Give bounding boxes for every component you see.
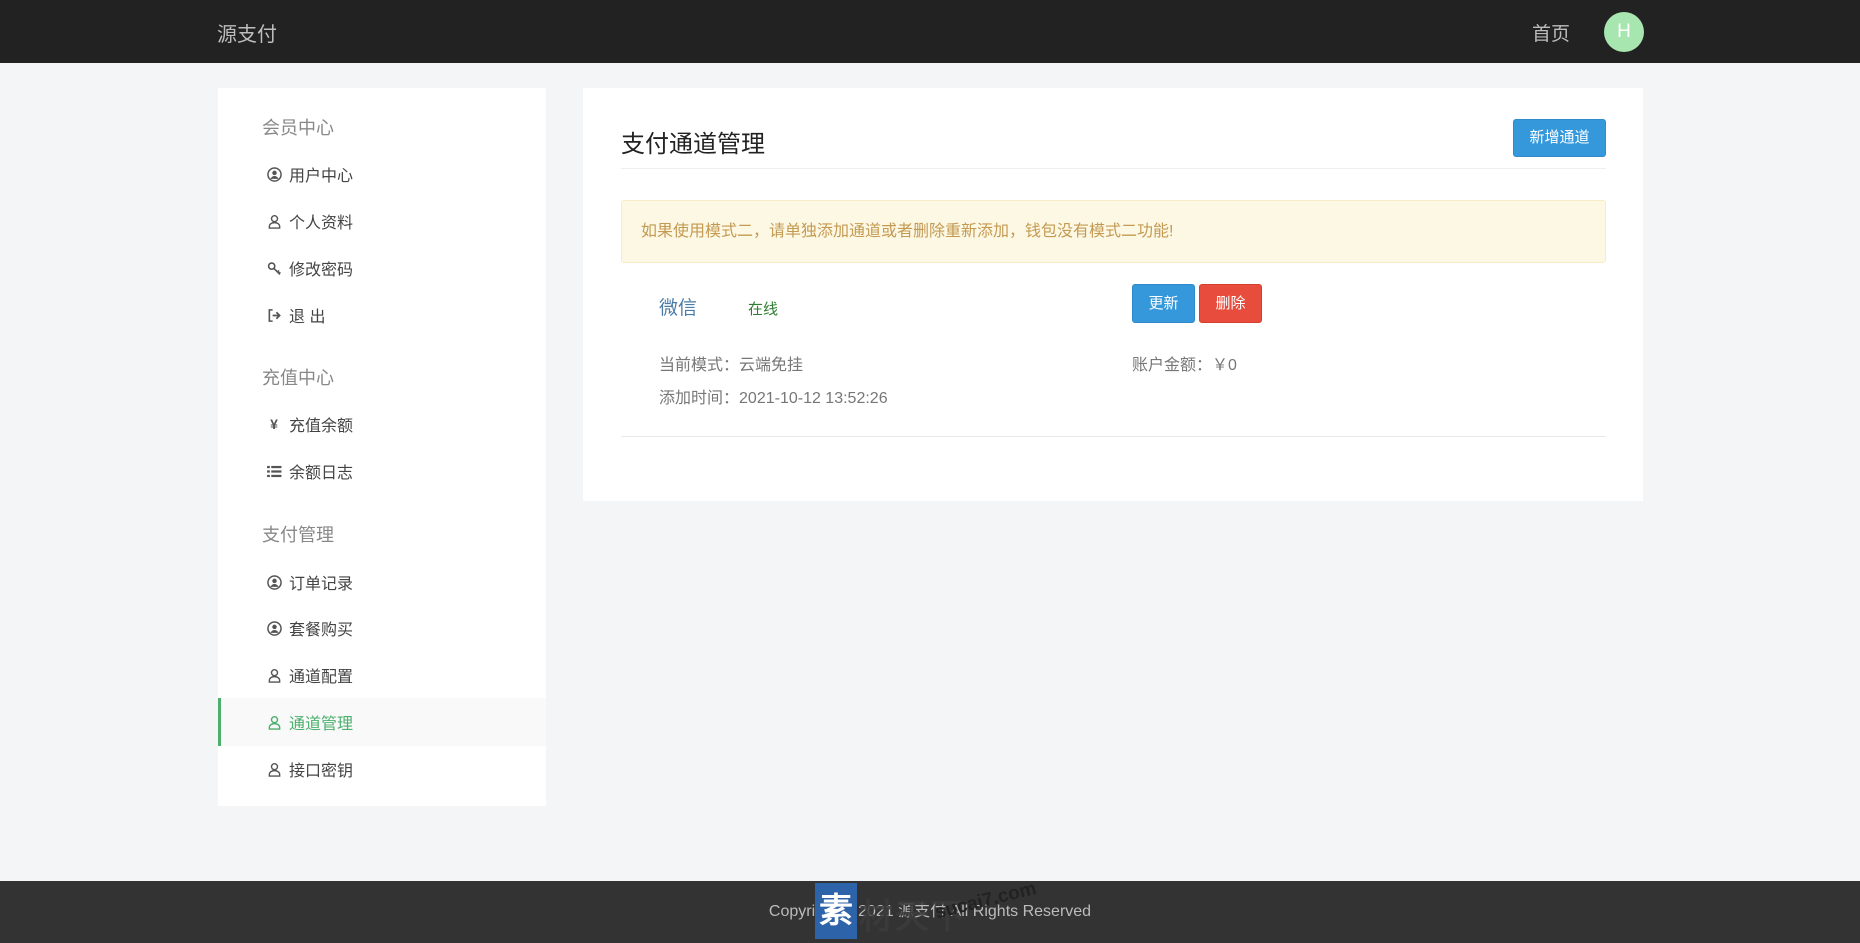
sidebar-item-label: 修改密码 xyxy=(289,262,354,279)
list-icon xyxy=(265,462,283,480)
watermark-url: sucai7.com xyxy=(933,877,1039,924)
sidebar-item-label: 退 出 xyxy=(289,309,326,326)
sidebar-item-label: 接口密钥 xyxy=(289,763,354,780)
channel-status-badge: 在线 xyxy=(748,301,779,318)
sidebar-item-label: 用户中心 xyxy=(289,168,354,185)
sidebar-item-change-password[interactable]: 修改密码 xyxy=(218,244,546,292)
sidebar-item-user-center[interactable]: 用户中心 xyxy=(218,150,546,198)
sidebar-item-channel-management[interactable]: 通道管理 xyxy=(218,698,546,746)
user-icon xyxy=(265,760,283,778)
brand-logo[interactable]: 源支付 xyxy=(217,18,277,47)
sidebar-item-balance-log[interactable]: 余额日志 xyxy=(218,447,546,495)
title-divider xyxy=(621,168,1606,169)
balance-value: ￥0 xyxy=(1212,357,1237,374)
sidebar-item-profile[interactable]: 个人资料 xyxy=(218,197,546,245)
sidebar-group-title-recharge: 充值中心 xyxy=(262,368,334,388)
sidebar-item-label: 充值余额 xyxy=(289,418,354,435)
channel-balance: 账户金额：￥0 xyxy=(1132,351,1237,375)
user-circle-icon xyxy=(265,165,283,183)
mode-value: 云端免挂 xyxy=(739,357,804,374)
yen-icon: ¥ xyxy=(270,416,278,432)
sidebar-item-recharge-balance[interactable]: ¥ 充值余额 xyxy=(218,400,546,448)
page-title: 支付通道管理 xyxy=(621,131,765,158)
sidebar: 会员中心 用户中心 个人资料 修改密码 退 出 充值中心 ¥ 充值余额 余额日志… xyxy=(218,88,546,806)
update-button[interactable]: 更新 xyxy=(1132,284,1195,323)
sidebar-group-title-payment: 支付管理 xyxy=(262,525,334,545)
user-icon xyxy=(265,713,283,731)
watermark-box: 素 xyxy=(815,883,857,939)
watermark-logo: 素 材天下 sucai7.com xyxy=(815,878,1085,941)
sidebar-item-label: 订单记录 xyxy=(289,576,354,593)
user-circle-icon xyxy=(265,573,283,591)
avatar[interactable]: H xyxy=(1604,12,1644,52)
channel-mode: 当前模式：云端免挂 xyxy=(659,351,803,375)
channel-management-panel: 支付通道管理 新增通道 如果使用模式二，请单独添加通道或者删除重新添加，钱包没有… xyxy=(583,88,1643,501)
add-channel-button[interactable]: 新增通道 xyxy=(1513,119,1606,157)
sign-out-icon xyxy=(265,306,283,324)
sidebar-item-label: 通道配置 xyxy=(289,669,354,686)
added-label: 添加时间： xyxy=(659,390,740,407)
warning-alert: 如果使用模式二，请单独添加通道或者删除重新添加，钱包没有模式二功能! xyxy=(621,200,1606,263)
sidebar-item-label: 套餐购买 xyxy=(289,622,354,639)
sidebar-item-order-records[interactable]: 订单记录 xyxy=(218,558,546,606)
sidebar-item-package-purchase[interactable]: 套餐购买 xyxy=(218,604,546,652)
sidebar-item-label: 个人资料 xyxy=(289,215,354,232)
sidebar-item-api-key[interactable]: 接口密钥 xyxy=(218,745,546,793)
key-icon xyxy=(265,259,283,277)
delete-button[interactable]: 删除 xyxy=(1199,284,1262,323)
nav-home-link[interactable]: 首页 xyxy=(1532,19,1570,46)
balance-label: 账户金额： xyxy=(1132,357,1213,374)
channel-row-divider xyxy=(621,436,1606,437)
user-icon xyxy=(265,666,283,684)
sidebar-item-label: 余额日志 xyxy=(289,465,354,482)
user-circle-icon xyxy=(265,619,283,637)
mode-label: 当前模式： xyxy=(659,357,740,374)
sidebar-item-logout[interactable]: 退 出 xyxy=(218,291,546,339)
sidebar-group-title-member: 会员中心 xyxy=(262,118,334,138)
top-navbar: 源支付 首页 H xyxy=(0,0,1860,63)
user-icon xyxy=(265,212,283,230)
sidebar-item-label: 通道管理 xyxy=(289,716,354,733)
sidebar-item-channel-config[interactable]: 通道配置 xyxy=(218,651,546,699)
channel-name: 微信 xyxy=(659,298,698,319)
channel-added-time: 添加时间：2021-10-12 13:52:26 xyxy=(659,384,888,408)
added-value: 2021-10-12 13:52:26 xyxy=(739,390,888,407)
